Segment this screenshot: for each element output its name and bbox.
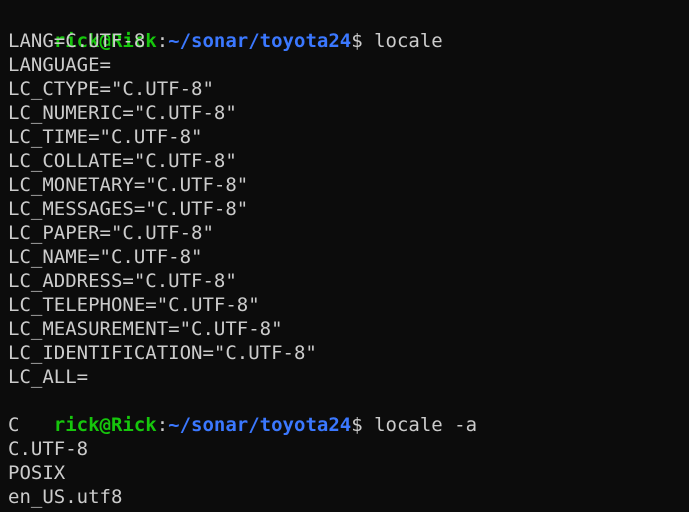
output-line: POSIX	[8, 462, 66, 484]
output-line: LC_PAPER="C.UTF-8"	[8, 222, 214, 244]
output-line: LANGUAGE=	[8, 54, 111, 76]
output-line: LC_MONETARY="C.UTF-8"	[8, 174, 249, 196]
output-line: LC_NAME="C.UTF-8"	[8, 246, 203, 268]
output-line: LC_MEASUREMENT="C.UTF-8"	[8, 318, 283, 340]
terminal-window[interactable]: rick@Rick:~/sonar/toyota24$ locale LANG=…	[0, 0, 689, 512]
prompt-dollar: $	[351, 414, 363, 436]
prompt-path: ~/sonar/toyota24	[168, 414, 352, 436]
prompt-line-locale: rick@Rick:~/sonar/toyota24$ locale	[8, 5, 443, 52]
output-line: LC_COLLATE="C.UTF-8"	[8, 150, 237, 172]
prompt-colon: :	[156, 30, 169, 52]
output-line: LC_NUMERIC="C.UTF-8"	[8, 102, 237, 124]
output-line: LC_TIME="C.UTF-8"	[8, 126, 203, 148]
output-line: LC_IDENTIFICATION="C.UTF-8"	[8, 342, 317, 364]
prompt-dollar: $	[351, 30, 363, 52]
output-line: LANG=C.UTF-8	[8, 30, 146, 52]
command-text: locale	[362, 30, 443, 52]
output-line: LC_MESSAGES="C.UTF-8"	[8, 198, 249, 220]
output-line: C.UTF-8	[8, 438, 89, 460]
prompt-path: ~/sonar/toyota24	[168, 30, 352, 52]
output-line: LC_ALL=	[8, 366, 89, 388]
output-line: en_US.utf8	[8, 486, 123, 508]
output-line: C	[8, 414, 20, 436]
prompt-colon: :	[156, 414, 169, 436]
output-line: LC_CTYPE="C.UTF-8"	[8, 78, 214, 100]
prompt-line-locale-a: rick@Rick:~/sonar/toyota24$ locale -a	[8, 389, 477, 436]
prompt-user-host: rick@Rick	[53, 414, 157, 436]
output-line: LC_TELEPHONE="C.UTF-8"	[8, 294, 260, 316]
output-line: LC_ADDRESS="C.UTF-8"	[8, 270, 237, 292]
command-text: locale -a	[362, 414, 478, 436]
